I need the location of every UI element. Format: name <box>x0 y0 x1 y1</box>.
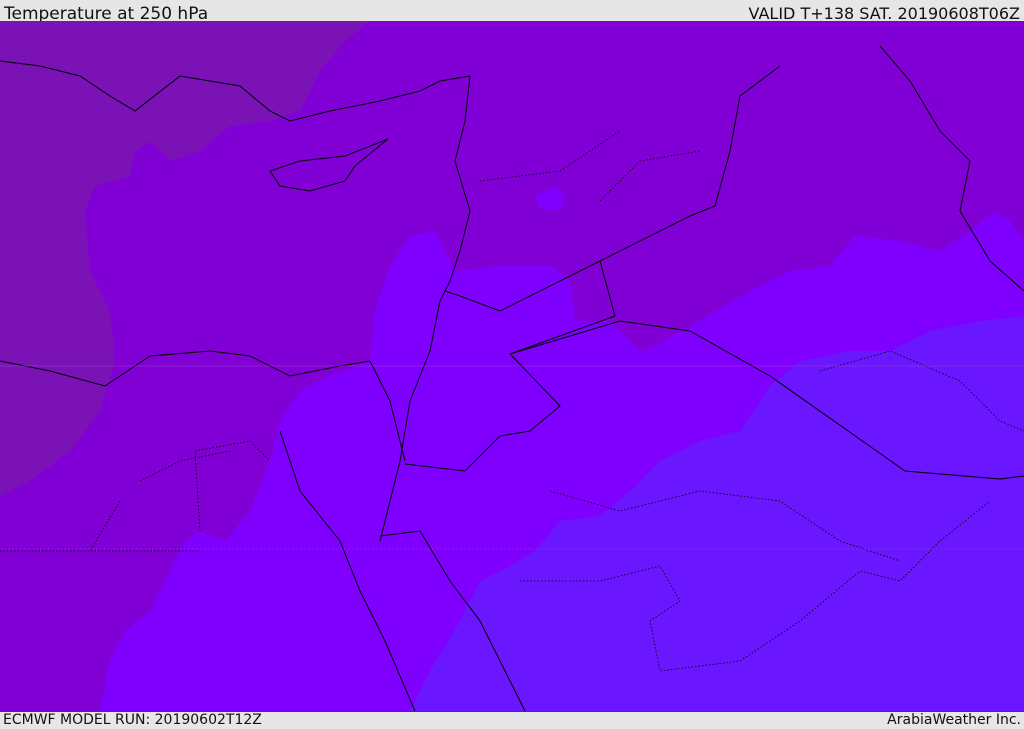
footer-bar: ECMWF MODEL RUN: 20190602T12Z ArabiaWeat… <box>0 712 1024 729</box>
temperature-map <box>0 21 1024 712</box>
brand-label: ArabiaWeather Inc. <box>887 712 1021 728</box>
model-run: ECMWF MODEL RUN: 20190602T12Z <box>3 712 262 728</box>
header-bar: Temperature at 250 hPa VALID T+138 SAT. … <box>0 0 1024 24</box>
